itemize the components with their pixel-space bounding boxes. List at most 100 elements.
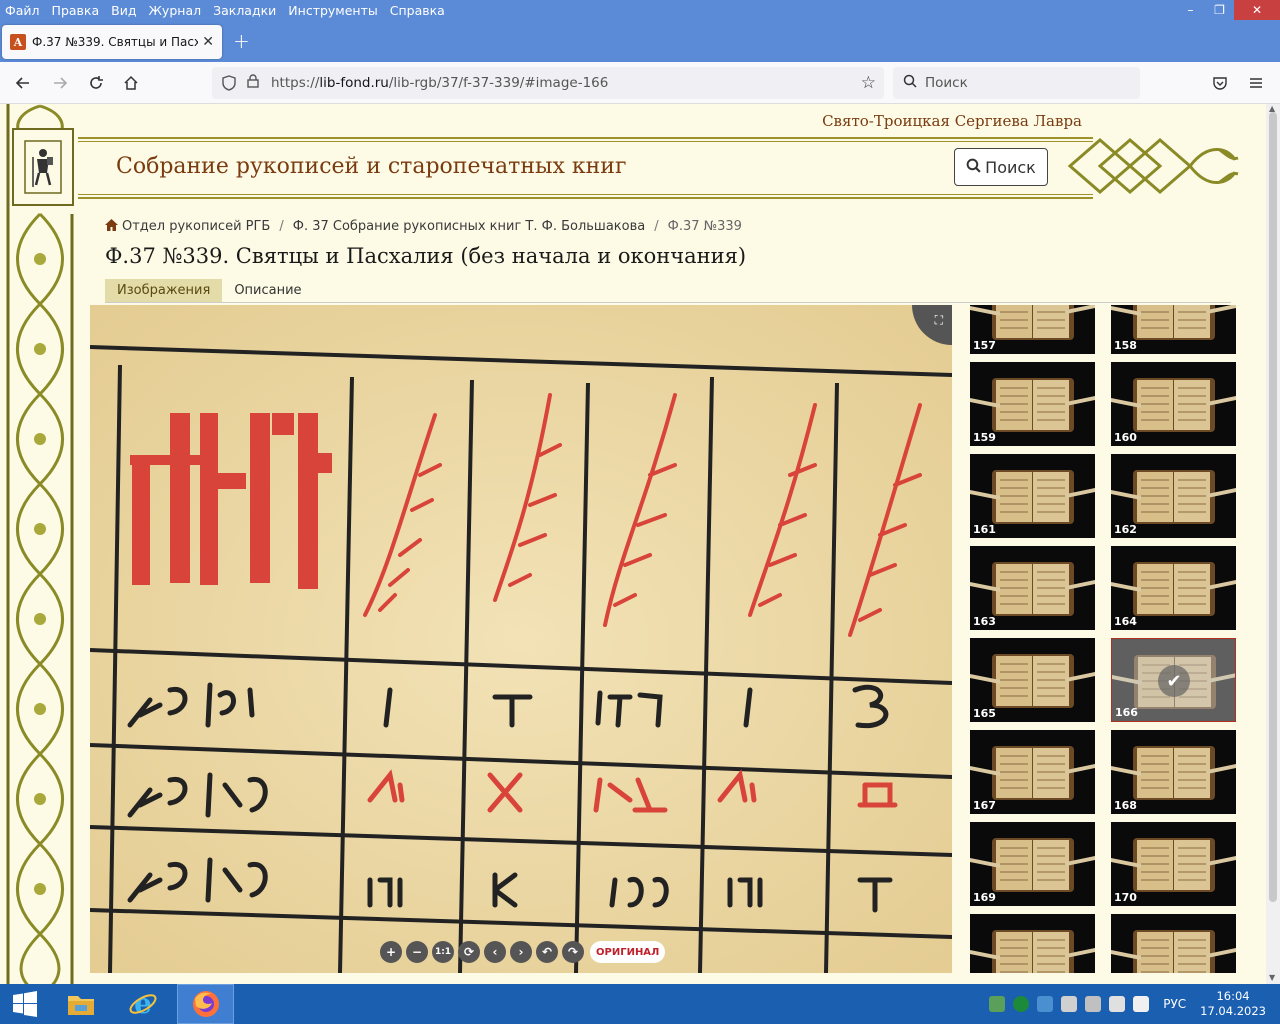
- thumbnail[interactable]: 167: [970, 730, 1095, 814]
- page-scrollbar[interactable]: ▲ ▼: [1266, 104, 1280, 984]
- tools-tray-icon[interactable]: [1085, 996, 1102, 1012]
- page-title: Ф.37 №339. Святцы и Пасхалия (без начала…: [105, 244, 747, 268]
- breadcrumb-item-rgb[interactable]: Отдел рукописей РГБ: [122, 219, 270, 234]
- tab-description[interactable]: Описание: [222, 279, 313, 302]
- new-tab-button[interactable]: +: [233, 29, 250, 53]
- url-text[interactable]: https://lib-fond.ru/lib-rgb/37/f-37-339/…: [271, 75, 608, 91]
- menu-history[interactable]: Журнал: [142, 0, 207, 22]
- restore-button[interactable]: ❐: [1205, 0, 1234, 20]
- site-search-button[interactable]: Поиск: [954, 148, 1048, 186]
- security-tray-icon[interactable]: [1061, 996, 1078, 1012]
- site-logo[interactable]: [12, 128, 74, 206]
- update-icon[interactable]: [1013, 996, 1030, 1012]
- site-title[interactable]: Собрание рукописей и старопечатных книг: [116, 154, 627, 179]
- hamburger-menu-icon[interactable]: [1245, 72, 1267, 94]
- clock-time: 16:04: [1216, 989, 1250, 1003]
- back-icon[interactable]: [12, 72, 34, 94]
- zoom-out-button[interactable]: −: [406, 941, 428, 963]
- thumbnail-label: 161: [973, 523, 996, 536]
- firefox-icon[interactable]: [177, 984, 234, 1024]
- thumbnail[interactable]: 159: [970, 362, 1095, 446]
- menu-tools[interactable]: Инструменты: [282, 0, 383, 22]
- thumbnail[interactable]: 164: [1111, 546, 1236, 630]
- thumbnail-label: 157: [973, 339, 996, 352]
- menu-bar: Файл Правка Вид Журнал Закладки Инструме…: [0, 0, 1280, 22]
- original-button[interactable]: ОРИГИНАЛ: [590, 941, 666, 963]
- pilgrim-logo-icon: [24, 140, 62, 194]
- browser-tab[interactable]: А Ф.37 №339. Святцы и Пасхалия (без нача…: [2, 25, 222, 59]
- close-button[interactable]: ✕: [1234, 0, 1280, 20]
- clock[interactable]: 16:04 17.04.2023: [1200, 989, 1266, 1019]
- thumbnail[interactable]: 158: [1111, 305, 1236, 354]
- tab-images[interactable]: Изображения: [105, 279, 223, 302]
- display-tray-icon[interactable]: [1109, 996, 1126, 1012]
- image-viewer[interactable]: ⛶ + − 1:1 ⟳ ‹ › ↶ ↷ ОРИГИНАЛ: [90, 305, 952, 973]
- reload-icon[interactable]: [85, 72, 107, 94]
- file-explorer-icon[interactable]: [58, 984, 104, 1024]
- ornament-border-left: [0, 104, 80, 984]
- thumbnail[interactable]: 161: [970, 454, 1095, 538]
- lock-icon[interactable]: [247, 74, 259, 92]
- thumbnail[interactable]: 165: [970, 638, 1095, 722]
- home-icon[interactable]: [120, 72, 142, 94]
- thumbnail[interactable]: 172: [1111, 914, 1236, 973]
- scroll-thumb[interactable]: [1269, 112, 1277, 902]
- internet-explorer-icon[interactable]: e: [120, 984, 166, 1024]
- thumbnail-label: 169: [973, 891, 996, 904]
- thumbnail-selected[interactable]: ✔ 166: [1111, 638, 1236, 722]
- scroll-down-icon[interactable]: ▼: [1269, 973, 1275, 982]
- app-tray-icon[interactable]: [1037, 996, 1054, 1012]
- thumbnail-label: 160: [1114, 431, 1137, 444]
- thumbnail-label: 165: [973, 707, 996, 720]
- thumbnail-label: 163: [973, 615, 996, 628]
- thumbnail-label: 159: [973, 431, 996, 444]
- network-status-icon[interactable]: [989, 996, 1006, 1012]
- tab-title: Ф.37 №339. Святцы и Пасхалия (без начала…: [32, 35, 199, 49]
- previous-image-button[interactable]: ‹: [484, 941, 506, 963]
- rotate-left-button[interactable]: ↶: [536, 941, 558, 963]
- rotate-right-button[interactable]: ↷: [562, 941, 584, 963]
- next-image-button[interactable]: ›: [510, 941, 532, 963]
- thumbnail[interactable]: 169: [970, 822, 1095, 906]
- thumbnail[interactable]: 163: [970, 546, 1095, 630]
- minimize-button[interactable]: –: [1176, 0, 1205, 20]
- thumbnail[interactable]: 168: [1111, 730, 1236, 814]
- lavra-title[interactable]: Свято-Троицкая Сергиева Лавра: [822, 112, 1082, 130]
- menu-bookmarks[interactable]: Закладки: [207, 0, 282, 22]
- system-tray: РУС 16:04 17.04.2023: [989, 984, 1280, 1024]
- browser-search-input[interactable]: Поиск: [893, 67, 1140, 99]
- star-icon[interactable]: ☆: [861, 73, 876, 93]
- breadcrumb-separator: /: [654, 219, 659, 234]
- thumbnail[interactable]: 162: [1111, 454, 1236, 538]
- svg-text:e: e: [134, 989, 152, 1019]
- thumbnail[interactable]: 160: [1111, 362, 1236, 446]
- volume-icon[interactable]: [1133, 996, 1150, 1012]
- actual-size-button[interactable]: 1:1: [432, 941, 454, 963]
- clock-date: 17.04.2023: [1200, 1004, 1266, 1018]
- zoom-in-button[interactable]: +: [380, 941, 402, 963]
- windows-start-icon[interactable]: [0, 984, 50, 1024]
- menu-edit[interactable]: Правка: [46, 0, 106, 22]
- thumbnail-label: 162: [1114, 523, 1137, 536]
- menu-help[interactable]: Справка: [384, 0, 451, 22]
- menu-file[interactable]: Файл: [0, 0, 46, 22]
- thumbnail[interactable]: 170: [1111, 822, 1236, 906]
- menu-view[interactable]: Вид: [105, 0, 142, 22]
- shield-icon[interactable]: [221, 75, 237, 91]
- url-bar[interactable]: https://lib-fond.ru/lib-rgb/37/f-37-339/…: [212, 67, 884, 99]
- pocket-icon[interactable]: [1209, 72, 1231, 94]
- thumbnail-label: 158: [1114, 339, 1137, 352]
- windows-taskbar: e РУС 16:04 17.04.2023: [0, 984, 1280, 1024]
- breadcrumb-item-fond-37[interactable]: Ф. 37 Собрание рукописных книг Т. Ф. Бол…: [293, 219, 645, 234]
- thumbnail[interactable]: 157: [970, 305, 1095, 354]
- reset-button[interactable]: ⟳: [458, 941, 480, 963]
- home-icon[interactable]: [105, 219, 118, 234]
- close-tab-icon[interactable]: ✕: [202, 34, 214, 50]
- thumbnail[interactable]: 171: [970, 914, 1095, 973]
- manuscript-page-image: [90, 305, 952, 973]
- thumbnail-strip[interactable]: 157 158 159 160 161 162 163 164 165 ✔ 166 167 168 169…: [969, 305, 1239, 973]
- tab-strip: А Ф.37 №339. Святцы и Пасхалия (без нача…: [0, 22, 1280, 62]
- language-indicator[interactable]: РУС: [1163, 997, 1186, 1011]
- thumbnail-label: 170: [1114, 891, 1137, 904]
- forward-icon[interactable]: [49, 72, 71, 94]
